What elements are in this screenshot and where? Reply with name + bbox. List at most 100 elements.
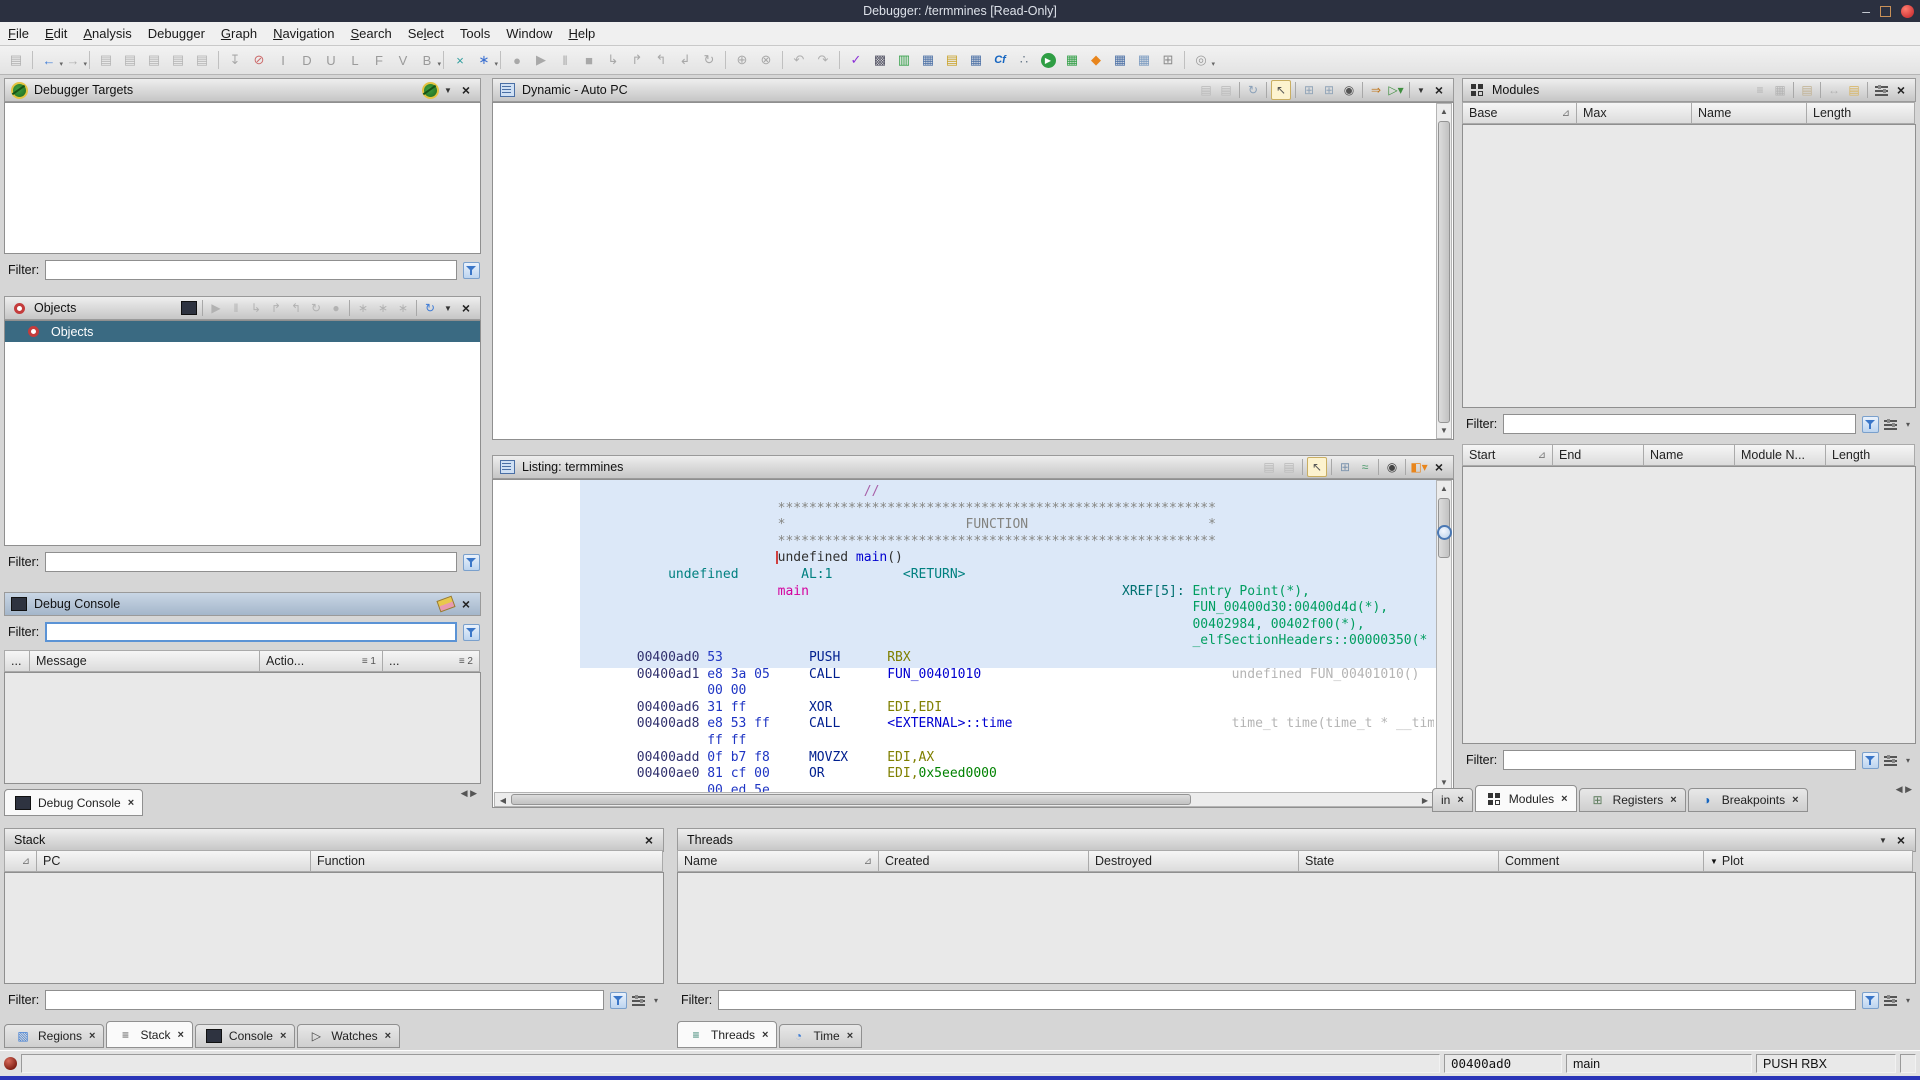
threads-col-created[interactable]: Created — [879, 850, 1089, 872]
modules-filter-caret-icon[interactable]: ▾ — [1901, 415, 1915, 433]
listing-vscrollbar[interactable]: ▲▼ — [1436, 480, 1452, 791]
step-over-icon[interactable]: ↱ — [626, 49, 648, 71]
threads-content[interactable] — [677, 872, 1916, 984]
threads-header[interactable]: Threads▼× — [677, 828, 1916, 852]
copy-icon[interactable]: ▤ — [1260, 458, 1278, 476]
scroll-down-icon[interactable]: ▼ — [1437, 778, 1451, 787]
close-icon[interactable]: × — [457, 81, 475, 99]
menu-caret-icon[interactable]: ▼ — [441, 299, 455, 317]
decompile-icon[interactable]: ▶ — [1037, 49, 1059, 71]
bookmarks-icon[interactable]: ▦ — [1109, 49, 1131, 71]
stack-filter-funnel-icon[interactable] — [609, 991, 627, 1009]
disable-icon[interactable]: ⊘ — [248, 49, 270, 71]
byte-b-icon[interactable]: B▾ — [416, 49, 438, 71]
goto-icon[interactable]: ⇒ — [1367, 81, 1385, 99]
scroll-left-icon[interactable]: ◀ — [498, 796, 508, 805]
debugger-targets-header[interactable]: Debugger Targets▼× — [4, 78, 481, 102]
run-icon[interactable]: ▷▾ — [1387, 81, 1405, 99]
listing-row[interactable]: *FUNCTION* — [582, 517, 1434, 533]
close-icon[interactable] — [1901, 5, 1914, 18]
panel-layout-icon[interactable]: ◧▾ — [1410, 458, 1428, 476]
paste-icon[interactable]: ▤ — [167, 49, 189, 71]
listing-row[interactable]: ****************************************… — [582, 534, 1434, 550]
stack-filter-input[interactable] — [45, 990, 604, 1010]
sections-col-length[interactable]: Length — [1826, 444, 1915, 466]
objects-filter-input[interactable] — [45, 552, 457, 572]
edit-fields-icon[interactable]: ⊞ — [1336, 458, 1354, 476]
launch-bug-icon[interactable]: ∗ — [374, 299, 392, 317]
step-into-icon[interactable]: ↳ — [247, 299, 265, 317]
tab-close-icon[interactable]: × — [385, 1030, 391, 1042]
listing-row[interactable]: _elfSectionHeaders::00000350(* — [582, 633, 1434, 649]
threads-col-plot[interactable]: ▼Plot — [1704, 850, 1913, 872]
tab-debug-console[interactable]: Debug Console× — [4, 789, 143, 816]
listing-row[interactable]: ff ff — [582, 733, 1434, 749]
close-icon[interactable]: × — [457, 299, 475, 317]
record-icon[interactable]: ● — [506, 49, 528, 71]
tab-regions[interactable]: ▧Regions× — [4, 1024, 104, 1048]
diff-view-icon[interactable]: ≈ — [1356, 458, 1374, 476]
track-pc-icon[interactable]: ⊞ — [1300, 81, 1318, 99]
paste-special-icon[interactable]: ▤ — [119, 49, 141, 71]
listing-row[interactable]: 00400ad8e8 53 ffCALL<EXTERNAL>::timetime… — [582, 716, 1434, 732]
listing-row[interactable]: 00402984, 00402f00(*), — [582, 617, 1434, 633]
step-last-icon[interactable]: ↲ — [674, 49, 696, 71]
step-over-icon[interactable]: ↱ — [267, 299, 285, 317]
threads-filter-settings-icon[interactable] — [1881, 991, 1899, 1009]
threads-col-comment[interactable]: Comment — [1499, 850, 1704, 872]
stack-content[interactable] — [4, 872, 664, 984]
sections-filter-settings-icon[interactable] — [1881, 751, 1899, 769]
listing-header[interactable]: Listing: termmines▤▤↖⊞≈◉◧▾× — [492, 455, 1454, 479]
stack-filter-settings-icon[interactable] — [629, 991, 647, 1009]
debug-console-tab-scroll[interactable]: ◀ ▶ — [457, 786, 481, 801]
listing-rows-clip[interactable]: //**************************************… — [582, 480, 1434, 807]
settings-icon[interactable]: ◎▾ — [1190, 49, 1212, 71]
clear-code-icon[interactable]: × — [449, 49, 471, 71]
connect-icon[interactable] — [421, 81, 439, 99]
pointer-icon[interactable]: ↧ — [224, 49, 246, 71]
script-manager-icon[interactable]: ▦ — [1133, 49, 1155, 71]
tab-close-icon[interactable]: × — [762, 1029, 768, 1041]
listing-row[interactable]: 00400ad1e8 3a 05CALLFUN_00401010undefine… — [582, 667, 1434, 683]
stack-col-pc[interactable]: PC — [37, 850, 311, 872]
label-l-icon[interactable]: L — [344, 49, 366, 71]
debug-console-content[interactable] — [4, 672, 481, 784]
redo-icon[interactable]: ↷ — [812, 49, 834, 71]
record-icon[interactable]: ● — [327, 299, 345, 317]
tab-close-icon[interactable]: × — [177, 1029, 183, 1041]
sections-filter-input[interactable] — [1503, 750, 1856, 770]
threads-filter-caret-icon[interactable]: ▾ — [1901, 991, 1915, 1009]
listing-overview-marker[interactable] — [1437, 525, 1452, 540]
copy-special-icon[interactable]: ▤ — [95, 49, 117, 71]
step-out-icon[interactable]: ↰ — [650, 49, 672, 71]
menu-analysis[interactable]: Analysis — [75, 23, 139, 44]
list-view-icon[interactable]: ≡ — [1751, 81, 1769, 99]
modules-filter-input[interactable] — [1503, 414, 1856, 434]
map-module-icon[interactable]: ▤ — [1798, 81, 1816, 99]
restore-icon[interactable] — [1880, 6, 1891, 17]
data-type-manager-icon[interactable]: ▤ — [941, 49, 963, 71]
sections-col-end[interactable]: End — [1553, 444, 1644, 466]
paste-icon[interactable]: ▤ — [1280, 458, 1298, 476]
map-identically-icon[interactable]: ↔ — [1825, 81, 1843, 99]
menu-caret-icon[interactable]: ▼ — [1876, 831, 1890, 849]
paste-recent-icon[interactable]: ▤ — [191, 49, 213, 71]
stack-header[interactable]: Stack× — [4, 828, 664, 852]
refresh-icon[interactable]: ↻ — [421, 299, 439, 317]
modules-col-max[interactable]: Max — [1577, 102, 1692, 124]
modules-col-base[interactable]: Base⊿ — [1463, 102, 1577, 124]
listing-row[interactable]: undefinedAL:1<RETURN> — [582, 567, 1434, 583]
sections-filter-funnel-icon[interactable] — [1861, 751, 1879, 769]
tab-console[interactable]: Console× — [195, 1024, 295, 1048]
close-icon[interactable]: × — [1430, 458, 1448, 476]
threads-filter-input[interactable] — [718, 990, 1856, 1010]
debug-console-col--[interactable]: ... — [5, 650, 30, 672]
sections-filter-caret-icon[interactable]: ▾ — [1901, 751, 1915, 769]
refresh-icon[interactable]: ↻ — [1244, 81, 1262, 99]
back-icon[interactable]: ←▾ — [38, 49, 60, 71]
kill-icon[interactable]: ■ — [578, 49, 600, 71]
menu-caret-icon[interactable]: ▼ — [441, 81, 455, 99]
dynamic-vscrollbar[interactable]: ▲▼ — [1436, 103, 1452, 439]
function-window-icon[interactable]: ▦ — [1061, 49, 1083, 71]
threads-col-state[interactable]: State — [1299, 850, 1499, 872]
